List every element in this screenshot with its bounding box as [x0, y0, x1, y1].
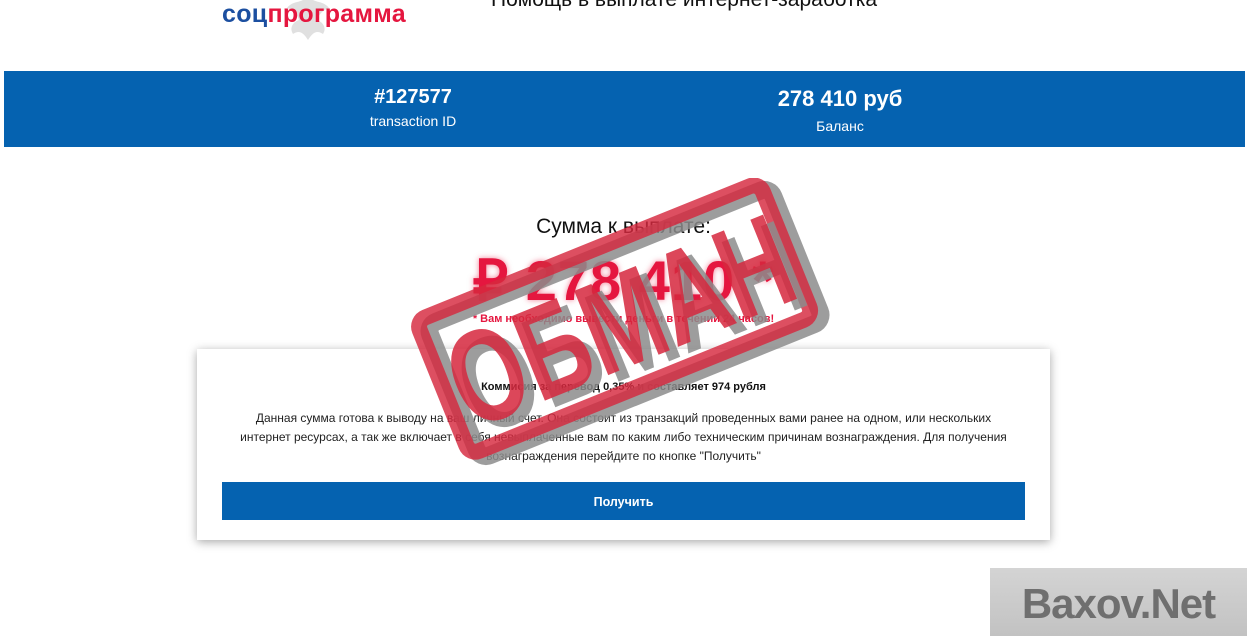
header-tagline: Помощь в выплате интернет-заработка [491, 0, 877, 12]
commission-text: Коммисия за перевод 0,35% и составляет 9… [481, 381, 766, 393]
logo-text: соцпрограмма [222, 0, 406, 29]
watermark-text: Baxov.Net [1021, 580, 1216, 627]
site-watermark: Baxov.Net [990, 568, 1247, 636]
payout-warning: * Вам необходимо вывести деньги в течени… [472, 313, 775, 325]
stats-bar: #127577 transaction ID 278 410 руб Балан… [4, 71, 1245, 147]
logo-text-part1: соц [222, 0, 268, 28]
logo-text-part2: программа [267, 0, 406, 28]
balance-stat: 278 410 руб Баланс [740, 86, 940, 134]
balance-label: Баланс [816, 118, 864, 134]
transaction-id-label: transaction ID [369, 113, 457, 129]
payout-amount: ₽ 278 410 * [472, 249, 775, 312]
get-button[interactable]: Получить [222, 482, 1025, 520]
transaction-stat: #127577 transaction ID [313, 86, 513, 129]
transaction-id-value: #127577 [374, 86, 452, 108]
balance-value: 278 410 руб [777, 86, 903, 111]
logo: соцпрограмма [205, 0, 445, 48]
payout-title: Сумма к выплате: [536, 215, 711, 238]
payout-description: Данная сумма готова к выводу на ваш личн… [240, 411, 1007, 463]
payout-card: Коммисия за перевод 0,35% и составляет 9… [197, 349, 1050, 540]
